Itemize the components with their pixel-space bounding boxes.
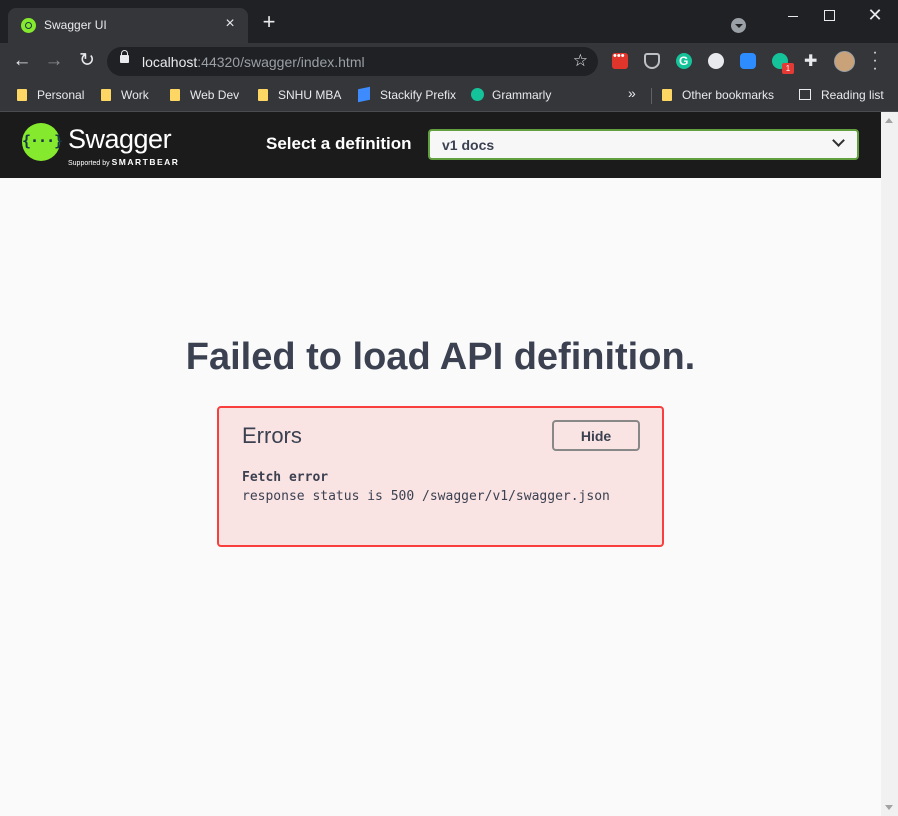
forward-arrow-icon[interactable]: →: [43, 50, 65, 72]
browser-tab[interactable]: Swagger UI ×: [8, 8, 248, 43]
zoom-extension-icon[interactable]: [740, 53, 756, 69]
page-viewport: {···} Swagger Supported by SMARTBEAR Sel…: [0, 112, 881, 816]
browser-menu-icon[interactable]: · · ·: [870, 45, 880, 77]
supported-by-smartbear: Supported by SMARTBEAR: [68, 157, 179, 167]
profile-avatar[interactable]: [834, 51, 855, 72]
scroll-down-arrow-icon[interactable]: [885, 805, 893, 810]
swagger-braces-icon: {···}: [22, 132, 63, 150]
bookmark-grammarly[interactable]: Grammarly: [471, 86, 551, 104]
maximize-button[interactable]: [806, 0, 852, 32]
bookmark-label: Other bookmarks: [682, 88, 775, 102]
error-message: response status is 500 /swagger/v1/swagg…: [242, 489, 610, 504]
swagger-logo-icon[interactable]: {···}: [22, 123, 63, 161]
bookmark-snhu-mba[interactable]: SNHU MBA: [258, 86, 341, 104]
lastpass-extension-icon[interactable]: [612, 50, 628, 69]
reading-list-icon: [799, 89, 811, 100]
url-path: :44320/swagger/index.html: [197, 54, 365, 70]
bookmark-personal[interactable]: Personal: [17, 86, 84, 104]
definition-select-value: v1 docs: [442, 137, 495, 153]
bookmarks-divider: [651, 88, 652, 104]
supported-by-text: Supported by: [68, 160, 110, 167]
errors-panel: Errors Hide Fetch error response status …: [217, 406, 664, 547]
url-host: localhost: [142, 54, 198, 70]
new-tab-button[interactable]: +: [259, 11, 279, 33]
tab-search-icon[interactable]: [731, 18, 746, 33]
github-extension-icon[interactable]: [708, 53, 724, 69]
bookmark-stackify-prefix[interactable]: Stackify Prefix: [358, 86, 456, 104]
browser-toolbar: ← → ↻ localhost:44320/swagger/index.html…: [0, 43, 898, 80]
swagger-topbar: {···} Swagger Supported by SMARTBEAR Sel…: [0, 112, 881, 178]
bookmark-work[interactable]: Work: [101, 86, 149, 104]
bookmark-label: Personal: [37, 88, 85, 102]
smartbear-text: SMARTBEAR: [111, 157, 180, 167]
bookmark-label: SNHU MBA: [278, 88, 342, 102]
error-name: Fetch error: [242, 470, 329, 485]
other-bookmarks[interactable]: Other bookmarks: [662, 86, 774, 104]
bookmark-label: Stackify Prefix: [380, 88, 457, 102]
pocket-extension-icon[interactable]: [644, 53, 660, 69]
bookmark-label: Web Dev: [190, 88, 240, 102]
bookmark-web-dev[interactable]: Web Dev: [170, 86, 239, 104]
folder-icon: [170, 89, 180, 101]
bookmark-label: Grammarly: [492, 88, 552, 102]
scroll-up-arrow-icon[interactable]: [885, 118, 893, 123]
folder-icon: [258, 89, 268, 101]
bookmarks-overflow-button[interactable]: »: [628, 85, 636, 101]
bookmark-label: Work: [121, 88, 149, 102]
swagger-favicon-icon: [21, 18, 36, 33]
extension-badge: 1: [782, 63, 794, 74]
hide-button[interactable]: Hide: [552, 420, 640, 451]
chevron-down-icon: [832, 134, 845, 147]
lock-icon[interactable]: [120, 50, 129, 63]
extensions-puzzle-icon[interactable]: ✚: [804, 51, 817, 71]
page-title: Failed to load API definition.: [185, 336, 696, 378]
grammarly-icon: [471, 88, 484, 101]
grammarly-extension-icon[interactable]: [676, 53, 692, 69]
tab-title: Swagger UI: [44, 18, 107, 32]
bookmarks-bar: Personal Work Web Dev SNHU MBA Stackify …: [0, 80, 898, 112]
folder-icon: [101, 89, 111, 101]
reload-icon[interactable]: ↻: [76, 50, 98, 72]
errors-heading: Errors: [242, 423, 302, 448]
definition-select[interactable]: v1 docs: [428, 129, 859, 160]
bookmark-star-icon[interactable]: ☆: [573, 51, 588, 71]
url-text[interactable]: localhost:44320/swagger/index.html: [142, 54, 365, 70]
reading-list[interactable]: Reading list: [799, 86, 884, 104]
folder-icon: [17, 89, 27, 101]
tab-close-icon[interactable]: ×: [222, 16, 238, 32]
swagger-brand[interactable]: Swagger: [68, 124, 172, 155]
vertical-scrollbar[interactable]: [881, 112, 898, 816]
browser-title-bar: Swagger UI × + ✕: [0, 0, 898, 43]
stackify-icon: [358, 86, 370, 103]
folder-icon: [662, 89, 672, 101]
select-definition-label: Select a definition: [266, 134, 412, 153]
address-bar[interactable]: localhost:44320/swagger/index.html ☆: [107, 47, 598, 76]
bookmark-label: Reading list: [821, 88, 884, 102]
window-close-button[interactable]: ✕: [852, 0, 898, 32]
back-arrow-icon[interactable]: ←: [11, 50, 33, 72]
